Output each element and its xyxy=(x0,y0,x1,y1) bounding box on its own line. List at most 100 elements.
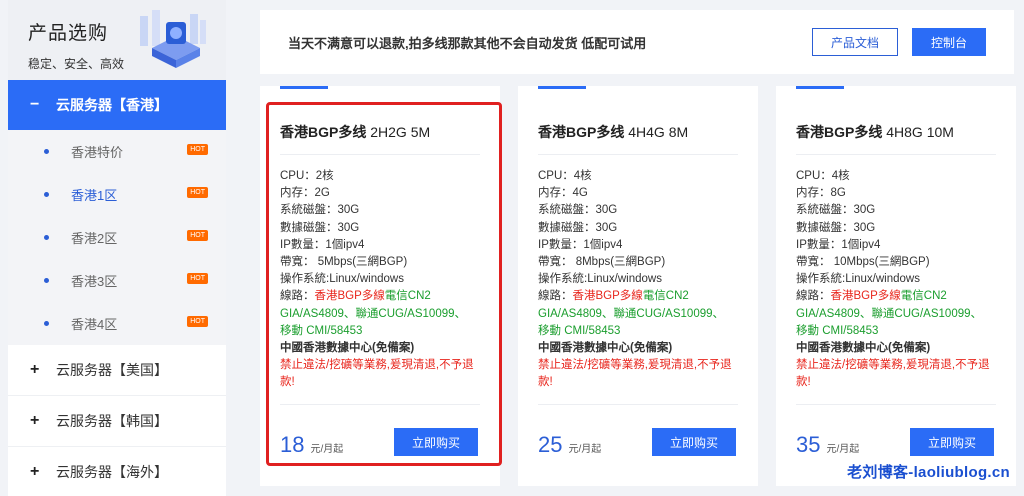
card-divider xyxy=(280,154,480,155)
nav-group-korea[interactable]: + 云服务器【韩国】 xyxy=(8,396,226,447)
spec-memory: 内存：2G xyxy=(280,187,330,200)
product-card: 香港BGP多线 2H2G 5M CPU：2核 内存：2G 系統磁盤：30G 數據… xyxy=(260,86,500,486)
spec-line: 線路：香港BGP多線電信CN2 GIA/AS4809、聯通CUG/AS10099… xyxy=(538,288,742,340)
nav-group-label: 云服务器【香港】 xyxy=(56,97,168,113)
spec-line-label: 線路： xyxy=(538,290,573,303)
spec-memory: 内存：4G xyxy=(538,187,588,200)
nav-group-label: 云服务器【美国】 xyxy=(56,362,168,378)
spec-line-cm: 移動 CMI/58453 xyxy=(538,324,621,337)
card-plan-spec: 4H8G 10M xyxy=(886,124,954,140)
spec-ip: IP數量：1個ipv4 xyxy=(538,238,623,251)
spec-line: 線路：香港BGP多線電信CN2 GIA/AS4809、聯通CUG/AS10099… xyxy=(280,288,484,340)
card-specs: CPU：4核 内存：8G 系統磁盤：30G 數據磁盤：30G IP數量：1個ip… xyxy=(796,168,1000,392)
nav-group-hongkong[interactable]: − 云服务器【香港】 xyxy=(8,80,226,130)
spec-cpu: CPU：2核 xyxy=(280,170,334,182)
sub-item-label: 香港特价 xyxy=(71,145,124,160)
notice-text: 当天不满意可以退款,拍多线那款其他不会自动发货 低配可试用 xyxy=(288,35,647,51)
spec-warning: 禁止違法/挖礦等業務,爰現清退,不予退款! xyxy=(796,359,990,389)
card-plan-name: 香港BGP多线 xyxy=(796,124,883,140)
spec-memory: 内存：8G xyxy=(796,187,846,200)
bullet-icon xyxy=(44,278,49,283)
card-plan-spec: 2H2G 5M xyxy=(370,124,431,140)
card-plan-name: 香港BGP多线 xyxy=(538,124,625,140)
spec-bandwidth: 帶寬： 5Mbps(三網BGP) xyxy=(280,256,408,269)
spec-warning: 禁止違法/挖礦等業務,爰現清退,不予退款! xyxy=(280,359,474,389)
spec-cpu: CPU：4核 xyxy=(796,170,850,182)
spec-os: 操作系統:Linux/windows xyxy=(538,273,662,286)
spec-line-cu: 聯通CUG/AS10099、 xyxy=(613,307,725,320)
sub-item-hk-zone4[interactable]: 香港4区 HOT xyxy=(8,302,226,345)
bullet-icon xyxy=(44,235,49,240)
sub-item-hk-zone1[interactable]: 香港1区 HOT xyxy=(8,173,226,216)
spec-line-bgp: 香港BGP多線 xyxy=(830,290,901,303)
spec-bandwidth: 帶寬： 10Mbps(三網BGP) xyxy=(796,256,930,269)
buy-now-button[interactable]: 立即购买 xyxy=(652,428,736,456)
buy-now-button[interactable]: 立即购买 xyxy=(910,428,994,456)
spec-system-disk: 系統磁盤：30G xyxy=(796,204,876,217)
card-divider xyxy=(280,404,480,405)
nav-group-overseas[interactable]: + 云服务器【海外】 xyxy=(8,447,226,496)
card-specs: CPU：2核 内存：2G 系統磁盤：30G 數據磁盤：30G IP數量：1個ip… xyxy=(280,168,484,392)
card-divider xyxy=(538,154,738,155)
spec-line-cm: 移動 CMI/58453 xyxy=(280,324,363,337)
spec-line-bgp: 香港BGP多線 xyxy=(314,290,385,303)
spec-system-disk: 系統磁盤：30G xyxy=(280,204,360,217)
collapse-icon: − xyxy=(30,96,40,113)
nav-group-label: 云服务器【海外】 xyxy=(56,464,168,480)
card-title: 香港BGP多线 2H2G 5M xyxy=(280,122,430,142)
sub-item-hk-zone3[interactable]: 香港3区 HOT xyxy=(8,259,226,302)
card-title: 香港BGP多线 4H4G 8M xyxy=(538,122,688,142)
card-divider xyxy=(796,154,996,155)
spec-data-disk: 數據磁盤：30G xyxy=(280,221,360,234)
spec-line-bgp: 香港BGP多線 xyxy=(572,290,643,303)
buy-now-button[interactable]: 立即购买 xyxy=(394,428,478,456)
spec-cpu: CPU：4核 xyxy=(538,170,592,182)
product-card: 香港BGP多线 4H4G 8M CPU：4核 内存：4G 系統磁盤：30G 數據… xyxy=(518,86,758,486)
hot-badge: HOT xyxy=(187,273,208,284)
spec-line-label: 線路： xyxy=(796,290,831,303)
product-card: 香港BGP多线 4H8G 10M CPU：4核 内存：8G 系統磁盤：30G 數… xyxy=(776,86,1016,486)
card-specs: CPU：4核 内存：4G 系統磁盤：30G 數據磁盤：30G IP數量：1個ip… xyxy=(538,168,742,392)
spec-datacenter: 中國香港數據中心(免備案) xyxy=(538,342,673,355)
sub-item-label: 香港3区 xyxy=(71,274,118,289)
sub-item-label: 香港1区 xyxy=(71,188,118,203)
card-plan-name: 香港BGP多线 xyxy=(280,124,367,140)
spec-data-disk: 數據磁盤：30G xyxy=(538,221,618,234)
card-divider xyxy=(538,404,738,405)
expand-icon: + xyxy=(30,412,40,429)
expand-icon: + xyxy=(30,361,40,378)
console-button[interactable]: 控制台 xyxy=(912,28,986,56)
card-price: 35 元/月起 xyxy=(796,432,859,458)
spec-datacenter: 中國香港數據中心(免備案) xyxy=(796,342,931,355)
hot-badge: HOT xyxy=(187,316,208,327)
sub-item-label: 香港2区 xyxy=(71,231,118,246)
price-value: 18 xyxy=(280,432,305,457)
hot-badge: HOT xyxy=(187,187,208,198)
sub-item-label: 香港4区 xyxy=(71,317,118,332)
spec-line-cu: 聯通CUG/AS10099、 xyxy=(355,307,467,320)
spec-ip: IP數量：1個ipv4 xyxy=(796,238,881,251)
spec-os: 操作系統:Linux/windows xyxy=(796,273,920,286)
spec-warning: 禁止違法/挖礦等業務,爰現清退,不予退款! xyxy=(538,359,732,389)
bullet-icon xyxy=(44,149,49,154)
spec-ip: IP數量：1個ipv4 xyxy=(280,238,365,251)
nav-group-usa[interactable]: + 云服务器【美国】 xyxy=(8,345,226,396)
spec-line-cm: 移動 CMI/58453 xyxy=(796,324,879,337)
card-tab-indicator xyxy=(280,86,328,89)
nav-group-label: 云服务器【韩国】 xyxy=(56,413,168,429)
sub-item-hk-special[interactable]: 香港特价 HOT xyxy=(8,130,226,173)
spec-line: 線路：香港BGP多線電信CN2 GIA/AS4809、聯通CUG/AS10099… xyxy=(796,288,1000,340)
sub-item-hk-zone2[interactable]: 香港2区 HOT xyxy=(8,216,226,259)
spec-bandwidth: 帶寬： 8Mbps(三網BGP) xyxy=(538,256,666,269)
spec-os: 操作系統:Linux/windows xyxy=(280,273,404,286)
card-plan-spec: 4H4G 8M xyxy=(628,124,689,140)
card-price: 25 元/月起 xyxy=(538,432,601,458)
spec-line-cu: 聯通CUG/AS10099、 xyxy=(871,307,983,320)
bullet-icon xyxy=(44,321,49,326)
price-unit: 元/月起 xyxy=(826,444,860,455)
card-price: 18 元/月起 xyxy=(280,432,343,458)
card-tab-indicator xyxy=(538,86,586,89)
price-value: 25 xyxy=(538,432,563,457)
spec-data-disk: 數據磁盤：30G xyxy=(796,221,876,234)
product-docs-button[interactable]: 产品文档 xyxy=(812,28,898,56)
